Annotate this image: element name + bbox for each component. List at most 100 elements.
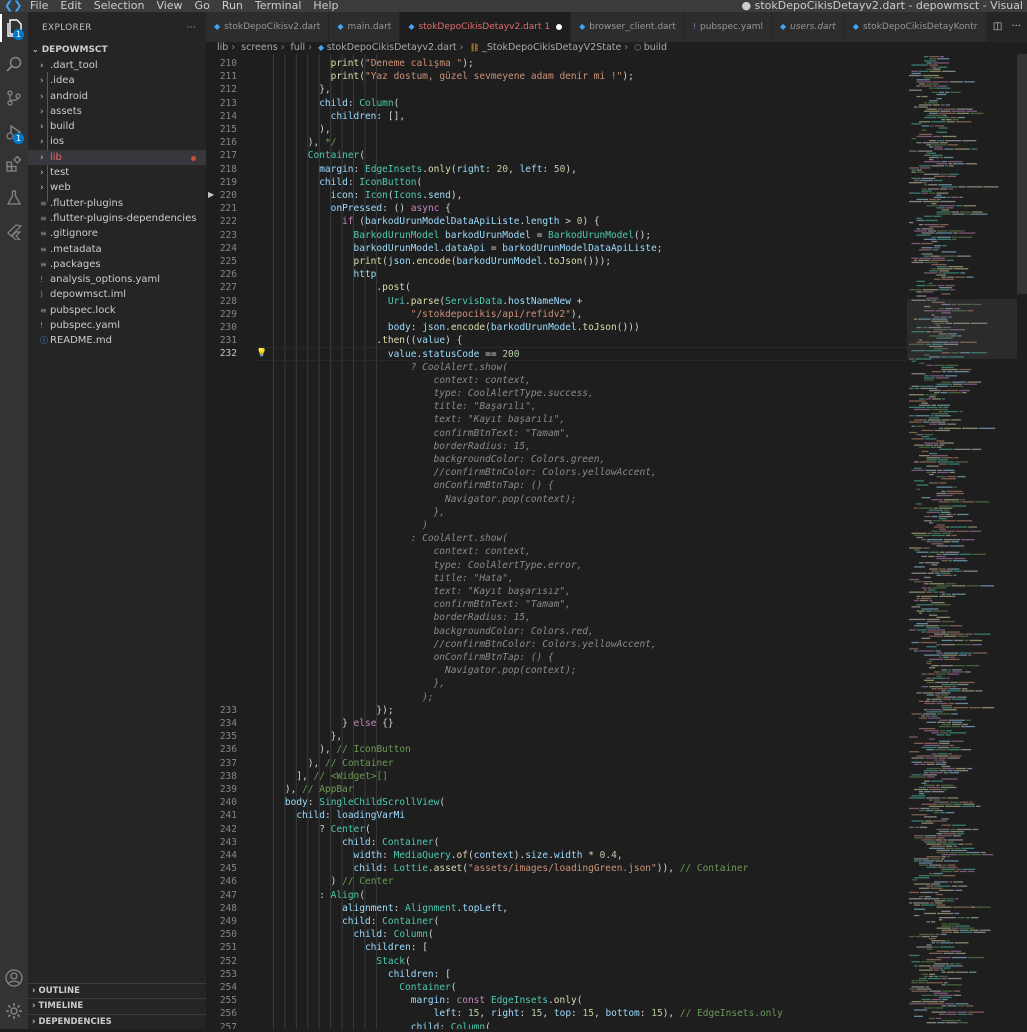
inlay-hint-line[interactable]: ? CoolAlert.show( (262, 361, 508, 374)
code-line[interactable]: child: Column( (262, 928, 434, 941)
inlay-hint-line[interactable]: borderRadius: 15, (262, 440, 531, 453)
code-line[interactable]: children: [ (262, 968, 451, 981)
code-line[interactable]: ), // AppBar (262, 783, 354, 796)
explorer-icon[interactable]: 1 (0, 14, 28, 42)
code-line[interactable]: child: Container( (262, 836, 439, 849)
inlay-hint-line[interactable]: ) (262, 519, 428, 532)
editor-scrollbar[interactable] (1017, 54, 1027, 1029)
source-control-icon[interactable] (0, 84, 28, 112)
code-line[interactable]: BarkodUrunModel barkodUrunModel = Barkod… (262, 229, 652, 242)
code-line[interactable]: if (barkodUrunModelDataApiListe.length >… (262, 215, 600, 228)
code-line[interactable]: ) // Center (262, 875, 394, 888)
tab-stokdepocikisv2-dart[interactable]: ◆ stokDepoCikisv2.dart (206, 12, 330, 42)
inlay-hint-line[interactable]: text: "Kayıt başarılı", (262, 413, 566, 426)
code-line[interactable]: ), // Container (262, 757, 394, 770)
settings-gear-icon[interactable] (0, 997, 28, 1025)
code-line[interactable]: margin: EdgeInsets.only(right: 20, left:… (262, 163, 577, 176)
tab-stokdepocikisdetayv2-dart-1[interactable]: ◆ stokDepoCikisDetayv2.dart 1 (400, 12, 572, 42)
menu-go[interactable]: Go (189, 0, 216, 12)
unsaved-dot-icon[interactable] (556, 23, 563, 30)
split-editor-icon[interactable]: ◫ (993, 21, 1002, 32)
extensions-icon[interactable] (0, 150, 28, 178)
code-line[interactable]: }); (262, 704, 393, 717)
folder-item[interactable]: › .idea (28, 73, 206, 88)
inlay-hint-line[interactable]: type: CoolAlertType.success, (262, 387, 594, 400)
code-line[interactable]: Container( (262, 981, 456, 994)
inlay-hint-line[interactable]: title: "Hata", (262, 572, 514, 585)
code-line[interactable]: ), (262, 123, 330, 136)
file-item[interactable]: ⓘ README.md (28, 333, 206, 348)
code-line[interactable]: child: IconButton( (262, 176, 422, 189)
inlay-hint-line[interactable]: }, (262, 506, 445, 519)
code-line[interactable]: ), // IconButton (262, 743, 411, 756)
code-line[interactable]: value.statusCode == 200 (256, 347, 907, 361)
file-item[interactable]: ≡ .flutter-plugins-dependencies (28, 211, 206, 226)
code-line[interactable]: ), */ (262, 136, 337, 149)
menu-run[interactable]: Run (216, 0, 249, 12)
menu-view[interactable]: View (150, 0, 188, 12)
breadcrumb-item[interactable]: screens (241, 42, 278, 53)
breadcrumb-item[interactable]: _StokDepoCikisDetayV2State (482, 42, 621, 53)
menu-terminal[interactable]: Terminal (249, 0, 308, 12)
menu-file[interactable]: File (24, 0, 54, 12)
inlay-hint-line[interactable]: borderRadius: 15, (262, 611, 531, 624)
testing-flask-icon[interactable] (0, 184, 28, 212)
menu-selection[interactable]: Selection (88, 0, 151, 12)
code-line[interactable]: icon: Icon(Icons.send), (262, 189, 463, 202)
tab-pubspec-yaml[interactable]: ! pubspec.yaml (684, 12, 772, 42)
folder-item[interactable]: › ios (28, 134, 206, 149)
code-line[interactable]: child: Lottie.asset("assets/images/loadi… (262, 862, 749, 875)
file-item[interactable]: ≡ .packages (28, 257, 206, 272)
flutter-icon[interactable] (0, 218, 28, 246)
code-line[interactable]: child: Column( (262, 97, 399, 110)
code-line[interactable]: Stack( (262, 955, 410, 968)
inlay-hint-line[interactable]: Navigator.pop(context); (262, 664, 577, 677)
code-line[interactable]: .then((value) { (262, 334, 462, 347)
dependencies-panel[interactable]: › DEPENDENCIES (28, 1014, 206, 1029)
inlay-hint-line[interactable]: context: context, (262, 545, 531, 558)
tab-users-dart[interactable]: ◆ users.dart (772, 12, 845, 42)
more-actions-icon[interactable]: ··· (1011, 21, 1021, 32)
inlay-hint-line[interactable]: onConfirmBtnTap: () { (262, 479, 554, 492)
folder-item[interactable]: › assets (28, 104, 206, 119)
code-line[interactable]: child: Container( (262, 915, 439, 928)
code-line[interactable]: onPressed: () async { (262, 202, 451, 215)
code-line[interactable]: }, (262, 83, 330, 96)
file-item[interactable]: ≡ .gitignore (28, 226, 206, 241)
folder-item[interactable]: › test (28, 165, 206, 180)
fold-arrow-icon[interactable]: ▶ (208, 190, 214, 199)
code-line[interactable]: "/stokdepocikis/api/refidv2"), (262, 308, 583, 321)
inlay-hint-line[interactable]: context: context, (262, 374, 531, 387)
file-item[interactable]: ⟩ depowmsct.iml (28, 287, 206, 302)
search-icon[interactable] (0, 50, 28, 78)
code-line[interactable]: print(json.encode(barkodUrunModel.toJson… (262, 255, 612, 268)
inlay-hint-line[interactable]: backgroundColor: Colors.red, (262, 625, 594, 638)
folder-item[interactable]: › android (28, 89, 206, 104)
code-line[interactable]: width: MediaQuery.of(context).size.width… (262, 849, 623, 862)
code-line[interactable]: body: json.encode(barkodUrunModel.toJson… (262, 321, 640, 334)
code-line[interactable]: Container( (262, 149, 365, 162)
breadcrumb-item[interactable]: lib (217, 42, 228, 53)
code-line[interactable]: ? Center( (262, 823, 371, 836)
code-line[interactable]: } else {} (262, 717, 394, 730)
inlay-hint-line[interactable]: text: "Kayıt başarısız", (262, 585, 571, 598)
code-line[interactable]: child: Column( (262, 1021, 491, 1029)
more-actions-icon[interactable]: ··· (187, 12, 196, 44)
code-line[interactable]: alignment: Alignment.topLeft, (262, 902, 508, 915)
outline-panel[interactable]: › OUTLINE (28, 983, 206, 998)
inlay-hint-line[interactable]: Navigator.pop(context); (262, 493, 577, 506)
file-item[interactable]: ≡ .flutter-plugins (28, 196, 206, 211)
inlay-hint-line[interactable]: confirmBtnText: "Tamam", (262, 427, 571, 440)
file-item[interactable]: ≡ .metadata (28, 242, 206, 257)
breadcrumb-item[interactable]: build (644, 42, 667, 53)
code-line[interactable]: children: [ (262, 941, 428, 954)
code-editor[interactable]: 210 211 212 213 214 215 216 217 218 219 220 ▶ 221 222… (206, 54, 907, 1029)
inlay-hint-line[interactable]: onConfirmBtnTap: () { (262, 651, 554, 664)
tab-stokdepocikisdetaykontr[interactable]: ◆ stokDepoCikisDetayKontr (844, 12, 987, 42)
folder-item[interactable]: › .dart_tool (28, 58, 206, 73)
file-item[interactable]: ! pubspec.yaml (28, 318, 206, 333)
file-item[interactable]: ≡ pubspec.lock (28, 303, 206, 318)
timeline-panel[interactable]: › TIMELINE (28, 998, 206, 1013)
code-line[interactable]: : Align( (262, 889, 365, 902)
run-debug-icon[interactable]: 1 (0, 118, 28, 146)
